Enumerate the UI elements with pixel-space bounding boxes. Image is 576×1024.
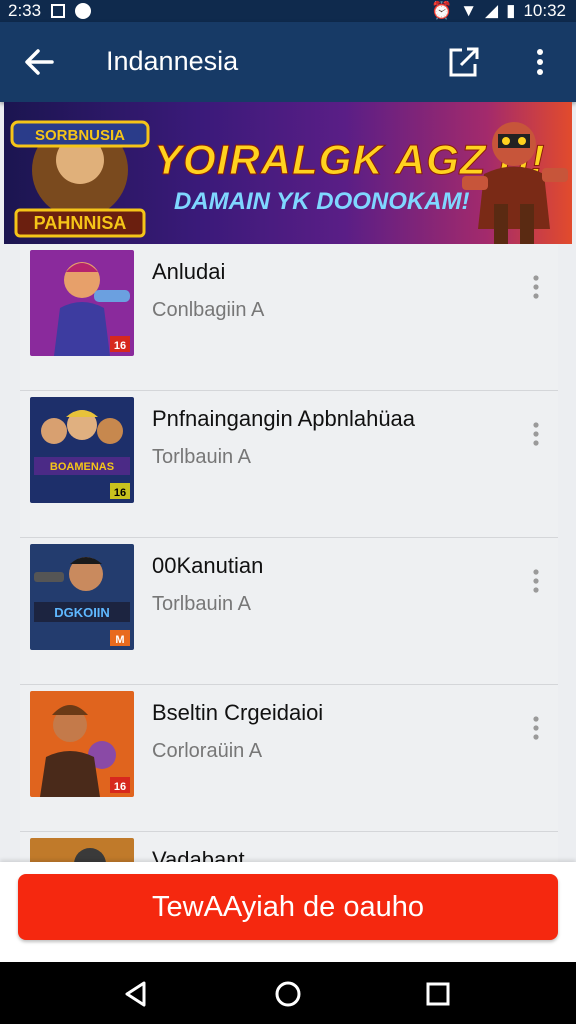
more-vert-icon[interactable]: [526, 713, 546, 743]
list-item-subtitle: Torlbauin A: [152, 593, 251, 615]
list-item-title: Anludai: [152, 259, 226, 284]
list-item[interactable]: Vadabant: [20, 832, 558, 864]
game-list: 16 Anludai Conlbagiin A BOAMENAS 16 Pnfn…: [20, 244, 558, 864]
svg-text:PAHNNISA: PAHNNISA: [34, 213, 127, 233]
game-thumbnail: 16: [30, 691, 134, 797]
list-item[interactable]: 16 Anludai Conlbagiin A: [20, 244, 558, 391]
arrow-left-icon: [25, 49, 54, 75]
nav-recents-icon[interactable]: [420, 976, 456, 1012]
app-bar: Indannesia: [0, 22, 576, 102]
list-item-subtitle: Corloraüin A: [152, 740, 263, 762]
list-item[interactable]: DGKOIIN M 00Kanutian Torlbauin A: [20, 538, 558, 685]
list-item[interactable]: BOAMENAS 16 Pnfnaingangin Apbnlahüaa Tor…: [20, 391, 558, 538]
battery-icon: ▮: [506, 1, 516, 20]
more-vert-icon[interactable]: [526, 419, 546, 449]
bottom-action-bar: TewAAyiah de oauho: [0, 862, 576, 962]
list-item-title: 00Kanutian: [152, 553, 264, 578]
game-logo-image: SORBNUSIA PAHNNISA: [10, 120, 150, 238]
more-vert-icon[interactable]: [526, 272, 546, 302]
back-button[interactable]: [20, 44, 60, 80]
alarm-icon: ⏰: [431, 1, 453, 20]
list-item-title: Bseltin Crgeidaioi: [152, 700, 324, 725]
game-thumbnail: [30, 838, 134, 864]
overflow-menu-button[interactable]: [526, 44, 554, 80]
wifi-icon: ▼: [460, 1, 478, 20]
banner-character-image: [462, 122, 568, 244]
share-icon: [449, 47, 479, 77]
list-item-title: Pnfnaingangin Apbnlahüaa: [152, 406, 416, 431]
more-vert-icon[interactable]: [526, 566, 546, 596]
game-thumbnail: 16: [30, 250, 134, 356]
svg-text:SORBNUSIA: SORBNUSIA: [35, 127, 125, 144]
more-vert-icon: [537, 49, 543, 75]
status-bar: 2:33 ⏰ ▼ ◢ ▮ 10:32: [0, 0, 576, 22]
list-item-subtitle: Conlbagiin A: [152, 299, 265, 321]
age-rating-badge: M: [115, 634, 124, 646]
status-time-right: 10:32: [523, 1, 566, 20]
game-thumbnail: DGKOIIN M: [30, 544, 134, 650]
signal-icon: ◢: [485, 1, 499, 20]
age-rating-badge: 16: [114, 781, 126, 793]
list-item-subtitle: Torlbauin A: [152, 446, 251, 468]
system-navigation-bar: [0, 962, 576, 1024]
game-thumbnail: BOAMENAS 16: [30, 397, 134, 503]
list-item[interactable]: 16 Bseltin Crgeidaioi Corloraüin A: [20, 685, 558, 832]
thumbnail-title: BOAMENAS: [50, 461, 114, 473]
banner-subheadline: DAMAIN YK DOONOKAM!: [174, 188, 470, 215]
nav-home-icon[interactable]: [270, 976, 306, 1012]
app-notification-icon: [75, 3, 92, 19]
age-rating-badge: 16: [114, 340, 126, 352]
promo-banner[interactable]: SORBNUSIA PAHNNISA YOIRALGK AGZ H! DAMAI…: [4, 102, 572, 244]
status-time-left: 2:33: [8, 1, 42, 20]
notification-icon: [51, 4, 66, 18]
nav-back-icon[interactable]: [118, 976, 154, 1012]
share-button[interactable]: [446, 44, 482, 80]
primary-action-button[interactable]: TewAAyiah de oauho: [18, 874, 558, 940]
page-title: Indannesia: [106, 46, 239, 76]
age-rating-badge: 16: [114, 487, 126, 499]
thumbnail-title: DGKOIIN: [54, 605, 110, 620]
